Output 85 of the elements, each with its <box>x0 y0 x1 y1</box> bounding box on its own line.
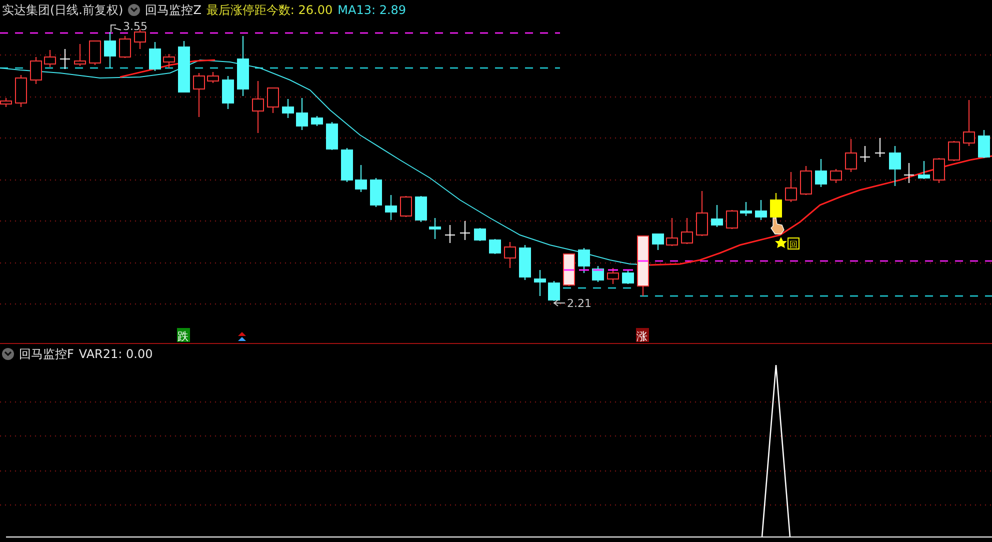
candlestick <box>504 242 516 268</box>
candlestick <box>548 280 560 302</box>
indicator-value: VAR21: 0.00 <box>78 347 153 361</box>
candlestick <box>874 138 886 158</box>
rise-signal-marker: 涨 <box>636 328 649 343</box>
candlestick <box>415 196 427 222</box>
double-chevron-up-icon <box>238 332 246 341</box>
pointing-hand-icon <box>770 218 784 234</box>
candlestick <box>637 236 649 296</box>
candlestick <box>149 42 161 72</box>
candlestick <box>489 238 501 254</box>
candlestick <box>830 168 842 184</box>
candlestick <box>60 48 70 70</box>
candlestick <box>563 254 575 286</box>
candlestick <box>592 266 604 282</box>
candlestick <box>460 220 470 240</box>
candlestick <box>918 160 930 180</box>
candlestick <box>237 36 249 96</box>
candlestick <box>400 196 412 218</box>
candlestick <box>815 158 827 188</box>
fall-signal-marker: 跌 <box>177 328 190 343</box>
leader-line <box>110 24 122 32</box>
indicator-name: 回马监控Z <box>145 3 202 17</box>
candlestick <box>193 72 205 118</box>
candlestick <box>770 192 782 218</box>
indicator-value: 最后涨停距今数: 26.00 <box>206 3 333 17</box>
signal-mark-box <box>788 238 800 250</box>
signal-mark-label: 回 <box>790 240 798 249</box>
high-price-label: 3.55 <box>123 20 148 33</box>
candlestick <box>326 122 338 150</box>
indicator-value: MA13: 2.89 <box>338 3 406 17</box>
candlestick <box>119 36 131 58</box>
star-icon <box>775 237 787 248</box>
candlestick <box>696 190 708 236</box>
candlestick <box>845 138 857 172</box>
candlestick <box>726 210 738 230</box>
candlestick <box>222 76 234 110</box>
candlestick <box>607 268 619 284</box>
candlestick <box>355 164 367 192</box>
candlestick <box>267 88 279 114</box>
candlestick <box>978 130 990 158</box>
candlestick <box>622 269 634 284</box>
candlestick <box>681 218 693 244</box>
candlestick <box>740 202 752 216</box>
candlestick <box>429 218 441 240</box>
low-price-label: 2.21 <box>567 297 592 310</box>
indicator-name: 回马监控F <box>19 347 74 361</box>
candlestick <box>341 148 353 182</box>
candlestick <box>711 204 723 228</box>
candlestick <box>296 98 308 130</box>
candlestick <box>44 50 56 68</box>
candlestick <box>282 98 294 118</box>
candlestick <box>74 44 86 66</box>
candlestick <box>578 248 590 274</box>
candlestick <box>534 270 546 296</box>
candlestick <box>904 162 914 184</box>
candlestick <box>15 74 27 108</box>
chevron-down-icon[interactable] <box>2 348 14 360</box>
stock-title: 实达集团(日线.前复权) <box>2 3 124 17</box>
left-arrow-icon <box>553 300 566 306</box>
candlestick <box>933 158 945 184</box>
candlestick <box>948 140 960 162</box>
candlestick <box>474 228 486 242</box>
candlestick <box>311 116 323 126</box>
candlestick <box>370 178 382 208</box>
candlestick <box>385 194 397 220</box>
chevron-down-icon[interactable] <box>128 4 140 16</box>
candlestick <box>30 56 42 84</box>
candlestick <box>178 40 190 92</box>
candlestick <box>963 100 975 146</box>
candlestick <box>889 146 901 186</box>
candlestick <box>104 32 116 68</box>
candlestick <box>519 244 531 280</box>
candlestick <box>652 234 664 250</box>
candlestick <box>444 224 456 244</box>
candlestick <box>785 172 797 202</box>
candlestick <box>134 28 146 50</box>
candlestick <box>860 146 870 162</box>
candlestick <box>666 218 678 246</box>
candlestick <box>252 80 264 134</box>
candlestick <box>755 200 767 220</box>
candlestick <box>89 40 101 66</box>
candlestick <box>163 54 175 68</box>
candlestick <box>800 166 812 196</box>
candlestick <box>207 72 219 84</box>
